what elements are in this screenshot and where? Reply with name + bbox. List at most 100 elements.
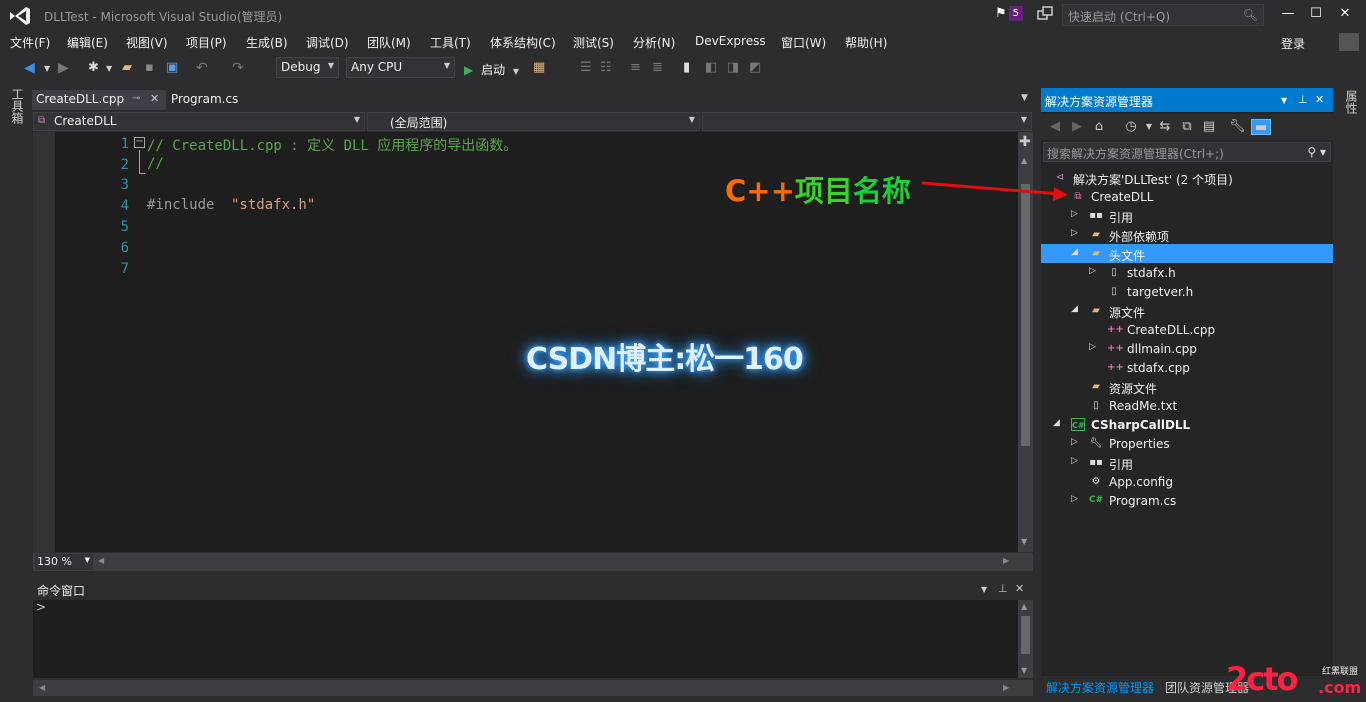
account-icon[interactable]: [1339, 33, 1359, 51]
tree-item-cs-references[interactable]: ▷ ▪▪ 引用: [1041, 453, 1333, 472]
tree-item-dllmain-cpp[interactable]: ▷ ++ dllmain.cpp: [1041, 339, 1333, 358]
login-link[interactable]: 登录: [1281, 35, 1305, 52]
save-icon[interactable]: ▪: [145, 60, 161, 76]
clear-bookmarks-icon[interactable]: ◩: [749, 60, 765, 76]
sync-icon[interactable]: ⇆: [1157, 119, 1173, 135]
menu-window[interactable]: 窗口(W): [781, 34, 826, 51]
tree-item-targetver-h[interactable]: ▯ targetver.h: [1041, 282, 1333, 301]
tree-item-app-config[interactable]: ⚙ App.config: [1041, 472, 1333, 491]
next-bookmark-icon[interactable]: ◨: [727, 60, 743, 76]
menu-tools[interactable]: 工具(T): [430, 34, 471, 51]
tree-item-references[interactable]: ▷ ▪▪ 引用: [1041, 206, 1333, 225]
expanded-arrow-icon[interactable]: ◢: [1071, 247, 1078, 257]
maximize-button[interactable]: ☐: [1302, 4, 1330, 24]
minimize-button[interactable]: —: [1274, 4, 1302, 24]
collapsed-arrow-icon[interactable]: ▷: [1071, 456, 1078, 466]
scroll-down-icon[interactable]: ▼: [1021, 537, 1027, 546]
bookmark-icon[interactable]: ▮: [683, 60, 699, 76]
tree-item-program-cs[interactable]: ▷ C# Program.cs: [1041, 491, 1333, 510]
tab-list-dropdown-icon[interactable]: ▼: [1021, 93, 1028, 103]
menu-devexpress[interactable]: DevExpress: [695, 34, 766, 48]
scroll-up-icon[interactable]: ▲: [1021, 156, 1027, 165]
toolbox-tab[interactable]: 工具箱: [9, 88, 26, 124]
new-project-icon[interactable]: ✱: [88, 60, 104, 76]
menu-team[interactable]: 团队(M): [367, 34, 411, 51]
collapsed-arrow-icon[interactable]: ▷: [1071, 494, 1078, 504]
menu-help[interactable]: 帮助(H): [845, 34, 887, 51]
open-folder-icon[interactable]: ▰: [122, 60, 138, 76]
scroll-right-icon[interactable]: ▶: [1003, 683, 1009, 692]
tree-item-properties[interactable]: ▷ 🔧︎ Properties: [1041, 434, 1333, 453]
tree-item-header-files[interactable]: ◢ ▰ 头文件: [1041, 244, 1333, 263]
tree-item-resource-files[interactable]: ▰ 资源文件: [1041, 377, 1333, 396]
notifications-button[interactable]: ⚑ 5: [995, 6, 1024, 21]
close-tab-icon[interactable]: ✕: [150, 92, 159, 105]
back-icon[interactable]: ◀: [24, 60, 40, 76]
global-scope-select[interactable]: (全局范围) ▼: [367, 112, 700, 131]
uncomment-icon[interactable]: ≣: [652, 60, 668, 76]
collapsed-arrow-icon[interactable]: ▷: [1089, 342, 1096, 352]
project-scope-select[interactable]: ⧉ CreateDLL ▼: [33, 112, 365, 131]
command-window-scrollbar[interactable]: ▲ ▼: [1018, 600, 1033, 678]
redo-icon[interactable]: ↷: [232, 60, 248, 76]
tree-item-readme[interactable]: ▯ ReadMe.txt: [1041, 396, 1333, 415]
tab-solution-explorer[interactable]: 解决方案资源管理器: [1046, 679, 1154, 696]
new-dropdown-icon[interactable]: ▼: [106, 64, 122, 80]
tab-createdll-cpp[interactable]: CreateDLL.cpp ⊸ ✕: [32, 90, 166, 110]
comment-icon[interactable]: ≡: [630, 60, 646, 76]
forward-icon[interactable]: ▶: [1069, 119, 1085, 135]
show-all-files-icon[interactable]: ▤: [1201, 119, 1217, 135]
tree-item-source-files[interactable]: ◢ ▰ 源文件: [1041, 301, 1333, 320]
pin-icon[interactable]: ⊥: [1298, 93, 1308, 106]
pin-icon[interactable]: ⊥: [998, 582, 1008, 595]
menu-architecture[interactable]: 体系结构(C): [490, 34, 556, 51]
command-window-hscrollbar[interactable]: ◀ ▶: [33, 680, 1033, 696]
scrollbar-thumb[interactable]: [1021, 616, 1030, 654]
back-icon[interactable]: ◀: [1047, 119, 1063, 135]
quick-launch-input[interactable]: 快速启动 (Ctrl+Q) 🔍︎: [1062, 4, 1264, 26]
tree-item-createdll[interactable]: ◢ ⧉ CreateDLL: [1041, 187, 1333, 206]
pin-icon[interactable]: ⊸: [132, 93, 140, 104]
close-pane-icon[interactable]: ✕: [1015, 582, 1024, 595]
window-position-dropdown-icon[interactable]: ▼: [1281, 96, 1287, 105]
close-button[interactable]: ✕: [1331, 4, 1359, 24]
find-in-files-icon[interactable]: ▦: [533, 60, 549, 76]
member-select[interactable]: ▼: [702, 112, 1032, 131]
menu-analyze[interactable]: 分析(N): [633, 34, 675, 51]
feedback-icon[interactable]: [1037, 6, 1053, 22]
collapsed-arrow-icon[interactable]: ▷: [1071, 228, 1078, 238]
tree-item-stdafx-cpp[interactable]: ++ stdafx.cpp: [1041, 358, 1333, 377]
prev-bookmark-icon[interactable]: ◧: [705, 60, 721, 76]
menu-view[interactable]: 视图(V): [126, 34, 168, 51]
scroll-up-icon[interactable]: ▲: [1021, 602, 1027, 611]
solution-explorer-search-input[interactable]: 搜索解决方案资源管理器(Ctrl+;) ⚲ ▾: [1043, 142, 1331, 162]
indent-icon[interactable]: ☰: [580, 60, 596, 76]
menu-build[interactable]: 生成(B): [246, 34, 288, 51]
tree-item-solution[interactable]: ⊲ 解决方案'DLLTest' (2 个项目): [1041, 168, 1333, 187]
tree-item-csharpcalldll[interactable]: ◢ C# CSharpCallDLL: [1041, 415, 1333, 434]
history-icon[interactable]: ◷: [1123, 119, 1139, 135]
solution-configuration-select[interactable]: Debug ▼: [276, 57, 339, 78]
scroll-right-icon[interactable]: ▶: [1003, 556, 1009, 565]
tab-program-cs[interactable]: Program.cs: [167, 90, 257, 110]
properties-wrench-icon[interactable]: 🔧︎: [1229, 119, 1246, 135]
solution-platform-select[interactable]: Any CPU ▼: [346, 57, 455, 78]
menu-edit[interactable]: 编辑(E): [67, 34, 108, 51]
expanded-arrow-icon[interactable]: ◢: [1071, 304, 1078, 314]
menu-debug[interactable]: 调试(D): [306, 34, 349, 51]
tree-item-createdll-cpp[interactable]: ++ CreateDLL.cpp: [1041, 320, 1333, 339]
preview-selected-icon[interactable]: ▬: [1251, 119, 1271, 135]
properties-tab[interactable]: 属性: [1343, 90, 1360, 114]
scroll-left-icon[interactable]: ◀: [39, 683, 45, 692]
tree-item-external-deps[interactable]: ▷ ▰ 外部依赖项: [1041, 225, 1333, 244]
menu-file[interactable]: 文件(F): [10, 34, 50, 51]
scroll-left-icon[interactable]: ◀: [98, 556, 104, 565]
tree-item-stdafx-h[interactable]: ▷ ▯ stdafx.h: [1041, 263, 1333, 282]
menu-test[interactable]: 测试(S): [573, 34, 614, 51]
home-icon[interactable]: ⌂: [1091, 119, 1107, 135]
window-position-dropdown-icon[interactable]: ▼: [981, 585, 987, 594]
collapsed-arrow-icon[interactable]: ▷: [1071, 437, 1078, 447]
forward-icon[interactable]: ▶: [58, 60, 74, 76]
start-debugging-button[interactable]: ▶ 启动 ▼: [464, 61, 519, 78]
zoom-select[interactable]: 130 % ▼: [35, 554, 93, 570]
